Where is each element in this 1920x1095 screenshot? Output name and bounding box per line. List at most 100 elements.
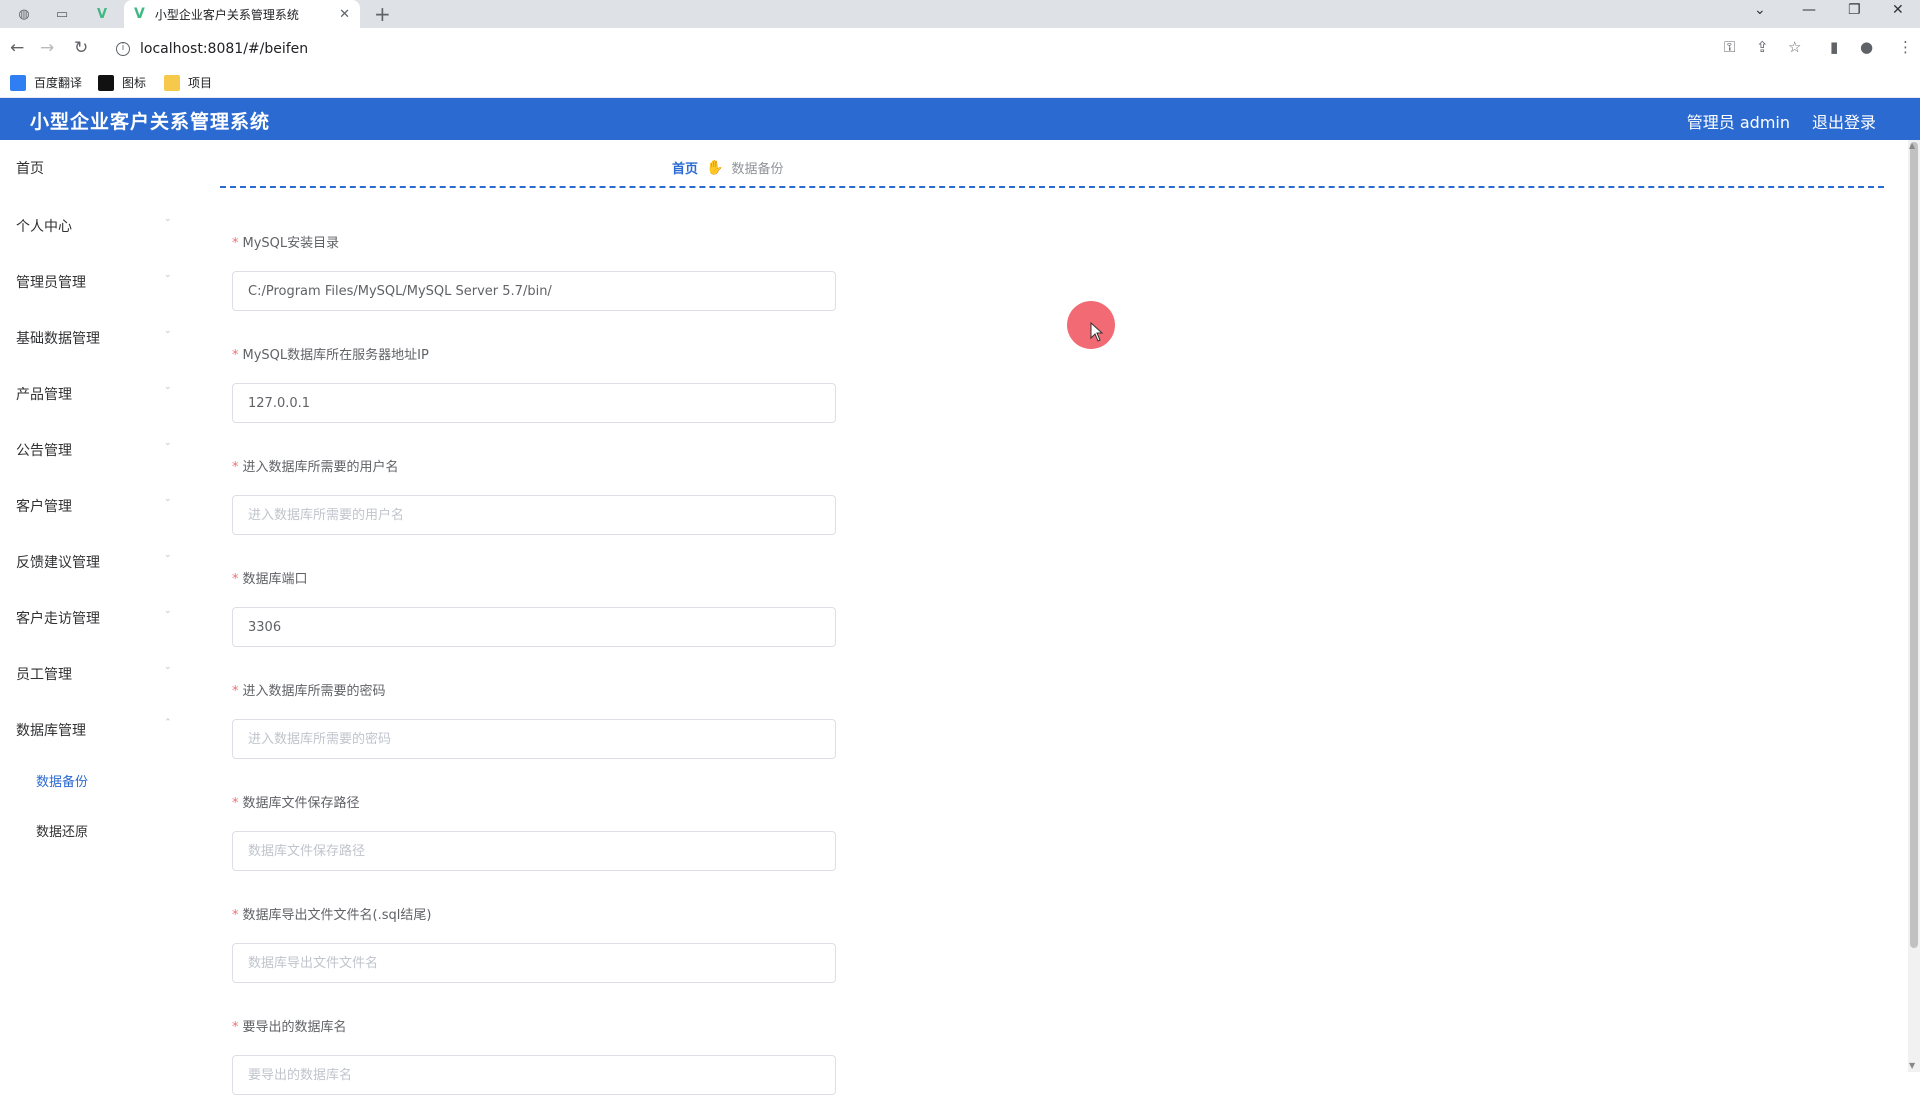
breadcrumb: 首页 ✋ 数据备份 <box>672 158 784 178</box>
sidebar-item-label: 管理员管理 <box>16 275 86 291</box>
label-text: MySQL安装目录 <box>242 236 340 251</box>
label-text: 进入数据库所需要的密码 <box>242 684 386 699</box>
field-label: * 数据库文件保存路径 <box>232 792 360 811</box>
bookmark-baidu-translate[interactable]: 百度翻译 <box>10 74 82 91</box>
required-mark: * <box>232 236 239 251</box>
bookmark-label: 百度翻译 <box>34 76 83 90</box>
restore-icon[interactable]: ❐ <box>1848 2 1861 18</box>
tab-title: 小型企业客户关系管理系统 <box>154 7 299 22</box>
image-icon <box>98 74 114 91</box>
required-mark: * <box>232 572 239 587</box>
sidebar-item-products[interactable]: 产品管理 ⌄ <box>16 382 176 404</box>
field-label: * 进入数据库所需要的密码 <box>232 680 386 699</box>
share-icon[interactable]: ⇪ <box>1756 38 1769 56</box>
chevron-down-icon: ⌄ <box>164 214 172 224</box>
info-icon[interactable]: i <box>116 42 130 56</box>
sidebar-item-basic-data[interactable]: 基础数据管理 ⌄ <box>16 326 176 348</box>
scroll-up-icon[interactable]: ▲ <box>1909 141 1915 150</box>
url-bar[interactable]: i localhost:8081/#/beifen <box>108 34 1728 64</box>
admin-user-label: 管理员 admin <box>1686 113 1790 132</box>
bookmark-label: 图标 <box>122 76 147 90</box>
chevron-down-icon: ⌄ <box>164 494 172 504</box>
tab-blank-icon[interactable]: ▭ <box>52 4 72 24</box>
logout-link[interactable]: 退出登录 <box>1812 109 1876 133</box>
new-tab-button[interactable]: + <box>374 2 391 26</box>
chevron-down-icon: ⌄ <box>164 606 172 616</box>
sidebar-item-label: 产品管理 <box>16 387 72 403</box>
chevron-down-icon: ⌄ <box>164 438 172 448</box>
field-label: * 要导出的数据库名 <box>232 1016 347 1035</box>
vue-logo-icon[interactable]: V <box>92 4 112 24</box>
menu-kebab-icon[interactable]: ⋮ <box>1898 38 1913 56</box>
mouse-cursor-icon <box>1090 322 1104 342</box>
browser-tab-strip: ◍ ▭ V V 小型企业客户关系管理系统 ✕ + ⌄ — ❐ ✕ <box>0 0 1920 28</box>
sidebar-item-label: 反馈建议管理 <box>16 555 100 571</box>
divider <box>220 186 1884 188</box>
sidebar-item-label: 客户管理 <box>16 499 72 515</box>
required-mark: * <box>232 348 239 363</box>
sidebar-item-feedback[interactable]: 反馈建议管理 ⌄ <box>16 550 176 572</box>
label-text: 数据库端口 <box>242 572 308 587</box>
db-port-input[interactable] <box>232 607 836 647</box>
mysql-install-dir-input[interactable] <box>232 271 836 311</box>
sidepanel-icon[interactable]: ▮ <box>1830 38 1838 56</box>
reload-icon[interactable]: ↻ <box>74 38 88 58</box>
sidebar-item-announcements[interactable]: 公告管理 ⌄ <box>16 438 176 460</box>
sidebar-item-label: 员工管理 <box>16 667 72 683</box>
key-icon[interactable]: ⚿ <box>1724 38 1735 56</box>
sidebar-item-employees[interactable]: 员工管理 ⌄ <box>16 662 176 684</box>
bookmark-project-folder[interactable]: 项目 <box>164 74 212 91</box>
close-tab-icon[interactable]: ✕ <box>339 7 350 22</box>
sidebar-item-home[interactable]: 首页 <box>16 158 176 178</box>
globe-icon[interactable]: ◍ <box>14 4 34 24</box>
chevron-down-icon: ⌄ <box>164 550 172 560</box>
breadcrumb-home[interactable]: 首页 <box>672 158 698 177</box>
required-mark: * <box>232 684 239 699</box>
chevron-down-icon: ⌄ <box>164 382 172 392</box>
label-text: 进入数据库所需要的用户名 <box>242 460 399 475</box>
save-path-input[interactable] <box>232 831 836 871</box>
db-password-input[interactable] <box>232 719 836 759</box>
sidebar-subitem-data-backup[interactable]: 数据备份 <box>36 771 88 790</box>
label-text: 要导出的数据库名 <box>242 1020 347 1035</box>
required-mark: * <box>232 796 239 811</box>
forward-icon[interactable]: → <box>40 38 54 58</box>
active-browser-tab[interactable]: V 小型企业客户关系管理系统 ✕ <box>124 0 360 28</box>
chevron-down-icon: ⌄ <box>164 662 172 672</box>
window-close-icon[interactable]: ✕ <box>1892 2 1904 18</box>
back-icon[interactable]: ← <box>10 38 24 58</box>
folder-icon <box>164 74 180 91</box>
sidebar-item-database[interactable]: 数据库管理 ⌃ <box>16 718 176 740</box>
bookmark-icons[interactable]: 图标 <box>98 74 146 91</box>
sidebar: 首页 个人中心 ⌄ 管理员管理 ⌄ 基础数据管理 ⌄ 产品管理 ⌄ 公告管理 ⌄ 客户管理… <box>0 140 180 1072</box>
vue-logo-icon: V <box>134 6 145 22</box>
sidebar-subitem-data-restore[interactable]: 数据还原 <box>36 821 88 840</box>
chevron-down-icon[interactable]: ⌄ <box>1754 2 1766 18</box>
profile-icon[interactable]: ● <box>1860 38 1873 56</box>
sidebar-item-label: 数据库管理 <box>16 723 86 739</box>
app-title: 小型企业客户关系管理系统 <box>30 111 271 133</box>
sidebar-item-label: 客户走访管理 <box>16 611 100 627</box>
scrollbar-thumb[interactable] <box>1910 142 1918 948</box>
hand-icon: ✋ <box>706 159 724 176</box>
sidebar-item-admin-management[interactable]: 管理员管理 ⌄ <box>16 270 176 292</box>
label-text: 数据库导出文件文件名(.sql结尾) <box>242 908 432 923</box>
bookmarks-bar: 百度翻译 图标 项目 <box>0 68 1920 98</box>
scroll-down-icon[interactable]: ▼ <box>1909 1061 1915 1070</box>
breadcrumb-current: 数据备份 <box>731 162 784 177</box>
export-filename-input[interactable] <box>232 943 836 983</box>
sidebar-item-customer-visits[interactable]: 客户走访管理 ⌄ <box>16 606 176 628</box>
sidebar-item-personal-center[interactable]: 个人中心 ⌄ <box>16 214 176 236</box>
star-icon[interactable]: ☆ <box>1788 38 1801 56</box>
server-ip-input[interactable] <box>232 383 836 423</box>
sidebar-item-customers[interactable]: 客户管理 ⌄ <box>16 494 176 516</box>
label-text: MySQL数据库所在服务器地址IP <box>242 348 429 363</box>
required-mark: * <box>232 460 239 475</box>
db-username-input[interactable] <box>232 495 836 535</box>
minimize-icon[interactable]: — <box>1802 2 1816 18</box>
chevron-down-icon: ⌄ <box>164 270 172 280</box>
app-header: 小型企业客户关系管理系统 管理员 admin 退出登录 <box>0 98 1920 140</box>
sidebar-item-label: 基础数据管理 <box>16 331 100 347</box>
export-db-name-input[interactable] <box>232 1055 836 1095</box>
address-bar-row: ← → ↻ i localhost:8081/#/beifen <box>0 28 1920 68</box>
